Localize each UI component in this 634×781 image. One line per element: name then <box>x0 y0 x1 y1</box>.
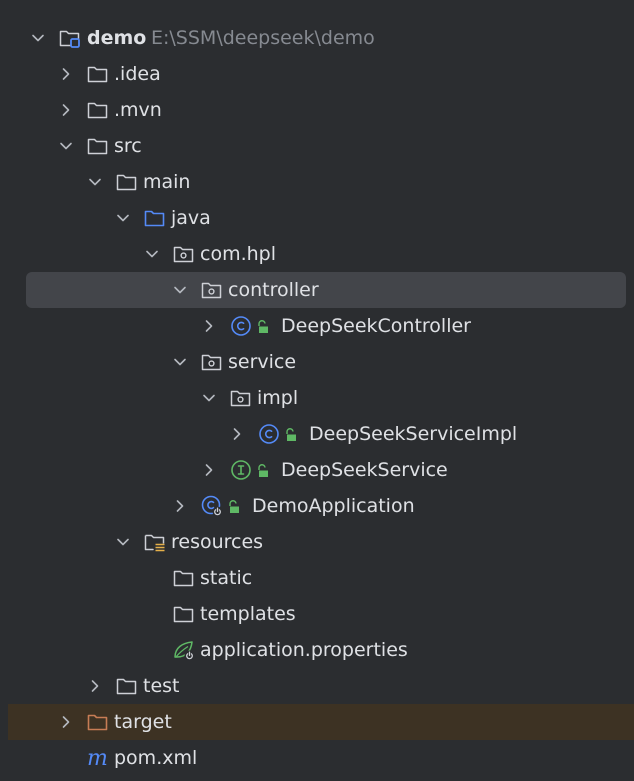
chevron-down-icon[interactable] <box>172 354 188 370</box>
chevron-right-icon[interactable] <box>172 498 188 514</box>
tree-row-pom[interactable]: m pom.xml <box>0 740 634 776</box>
resources-root-icon <box>143 530 167 554</box>
tree-row-impl[interactable]: impl <box>0 380 634 416</box>
folder-icon <box>115 674 139 698</box>
tree-label-demo-application: DemoApplication <box>252 495 415 517</box>
chevron-right-icon[interactable] <box>229 426 245 442</box>
tree-row-service[interactable]: service <box>0 344 634 380</box>
package-icon <box>229 386 253 410</box>
lock-icon <box>283 426 299 442</box>
folder-icon <box>86 62 110 86</box>
tree-row-package[interactable]: com.hpl <box>0 236 634 272</box>
folder-icon <box>86 98 110 122</box>
tree-label-pom: pom.xml <box>114 747 198 769</box>
package-icon <box>200 278 224 302</box>
interface-icon <box>229 458 253 482</box>
tree-row-controller[interactable]: controller <box>0 272 634 308</box>
tree-label-static: static <box>200 567 253 589</box>
chevron-right-icon[interactable] <box>58 66 74 82</box>
tree-label-deepseek-controller: DeepSeekController <box>281 315 471 337</box>
tree-row-demo-application[interactable]: DemoApplication <box>0 488 634 524</box>
tree-label-idea: .idea <box>114 63 161 85</box>
chevron-right-icon[interactable] <box>87 678 103 694</box>
tree-row-static[interactable]: static <box>0 560 634 596</box>
spring-properties-icon <box>172 638 196 662</box>
lock-icon <box>226 498 242 514</box>
tree-row-deepseek-service-impl[interactable]: DeepSeekServiceImpl <box>0 416 634 452</box>
tree-label-controller: controller <box>228 279 319 301</box>
tree-row-main[interactable]: main <box>0 164 634 200</box>
maven-icon: m <box>86 746 110 770</box>
folder-icon <box>172 602 196 626</box>
project-name: demo <box>87 27 147 49</box>
chevron-down-icon[interactable] <box>172 282 188 298</box>
tree-row-idea[interactable]: .idea <box>0 56 634 92</box>
chevron-right-icon[interactable] <box>201 318 217 334</box>
tree-row-templates[interactable]: templates <box>0 596 634 632</box>
tree-row-java[interactable]: java <box>0 200 634 236</box>
tree-row-src[interactable]: src <box>0 128 634 164</box>
module-folder-icon <box>58 26 82 50</box>
tree-label-src: src <box>114 135 142 157</box>
selection-highlight <box>26 272 626 308</box>
tree-row-mvn[interactable]: .mvn <box>0 92 634 128</box>
chevron-down-icon[interactable] <box>115 534 131 550</box>
chevron-right-icon[interactable] <box>58 102 74 118</box>
chevron-down-icon[interactable] <box>58 138 74 154</box>
tree-label-target: target <box>114 711 172 733</box>
tree-row-deepseek-service[interactable]: DeepSeekService <box>0 452 634 488</box>
project-path: E:\SSM\deepseek\demo <box>151 27 375 49</box>
class-icon <box>257 422 281 446</box>
tree-label-package: com.hpl <box>200 243 276 265</box>
package-icon <box>172 242 196 266</box>
folder-icon <box>172 566 196 590</box>
project-tree: demo E:\SSM\deepseek\demo .idea .mvn src <box>0 0 634 781</box>
folder-icon <box>86 134 110 158</box>
class-icon <box>229 314 253 338</box>
lock-icon <box>255 318 271 334</box>
tree-label-application-properties: application.properties <box>200 639 408 661</box>
tree-row-application-properties[interactable]: application.properties <box>0 632 634 668</box>
tree-label-resources: resources <box>171 531 264 553</box>
tree-label-mvn: .mvn <box>114 99 162 121</box>
tree-row-demo[interactable]: demo E:\SSM\deepseek\demo <box>0 20 634 56</box>
svg-text:m: m <box>87 746 108 770</box>
tree-row-target[interactable]: target <box>0 704 634 740</box>
tree-label-java: java <box>171 207 211 229</box>
tree-row-test[interactable]: test <box>0 668 634 704</box>
chevron-down-icon[interactable] <box>144 246 160 262</box>
tree-label-test: test <box>143 675 180 697</box>
chevron-down-icon[interactable] <box>115 210 131 226</box>
tree-label-main: main <box>143 171 191 193</box>
folder-icon <box>115 170 139 194</box>
chevron-right-icon[interactable] <box>201 462 217 478</box>
tree-row-deepseek-controller[interactable]: DeepSeekController <box>0 308 634 344</box>
tree-label-templates: templates <box>200 603 296 625</box>
excluded-folder-icon <box>86 710 110 734</box>
tree-row-resources[interactable]: resources <box>0 524 634 560</box>
chevron-down-icon[interactable] <box>30 30 46 46</box>
tree-label-deepseek-service: DeepSeekService <box>281 459 448 481</box>
tree-label-impl: impl <box>257 387 299 409</box>
tree-label-deepseek-service-impl: DeepSeekServiceImpl <box>309 423 518 445</box>
lock-icon <box>255 462 271 478</box>
tree-label-service: service <box>228 351 297 373</box>
source-root-folder-icon <box>143 206 167 230</box>
package-icon <box>200 350 224 374</box>
chevron-down-icon[interactable] <box>201 390 217 406</box>
chevron-right-icon[interactable] <box>58 714 74 730</box>
chevron-down-icon[interactable] <box>87 174 103 190</box>
spring-boot-application-icon <box>200 494 224 518</box>
